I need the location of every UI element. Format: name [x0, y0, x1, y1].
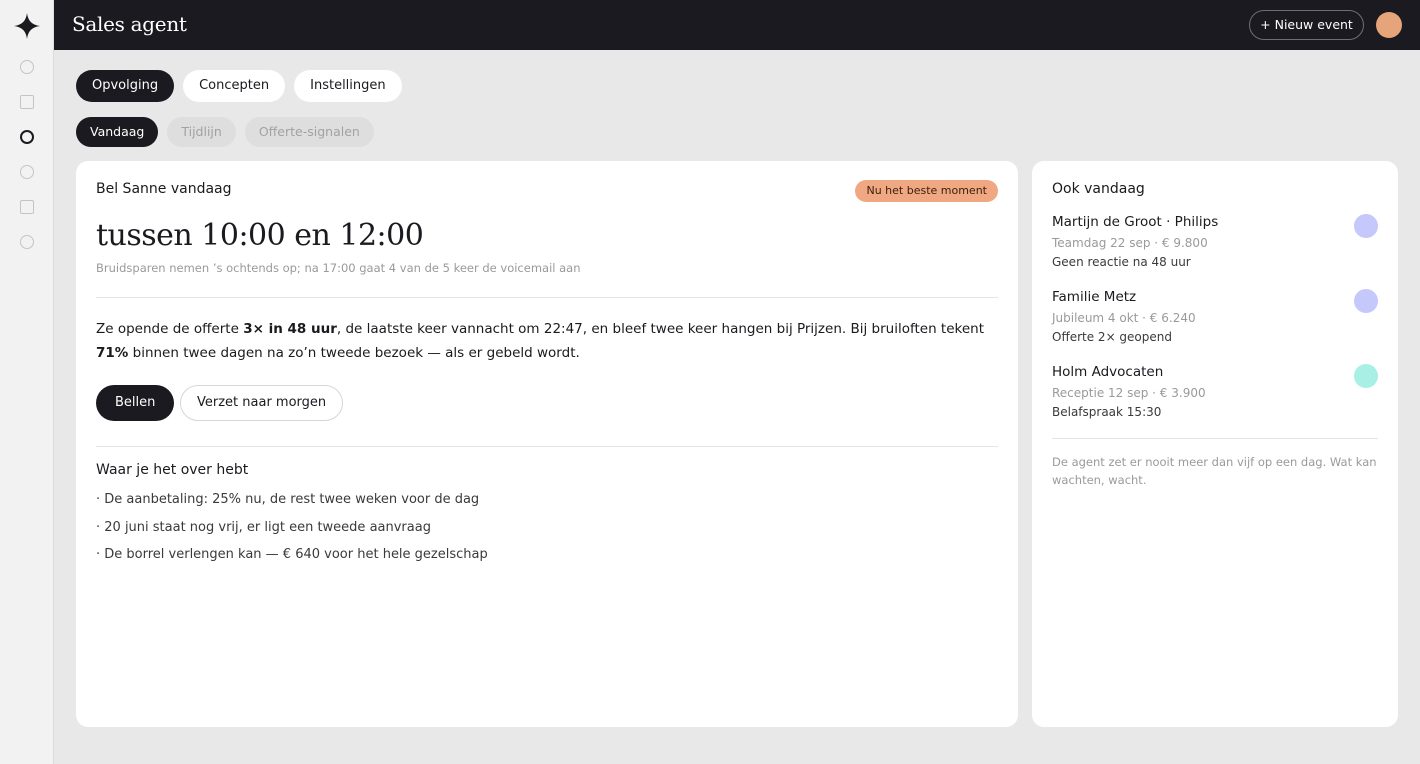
- contact-item[interactable]: Familie Metz Jubileum 4 okt · € 6.240 Offe…: [1052, 289, 1378, 349]
- contact-meta: Teamdag 22 sep · € 9.800: [1052, 236, 1208, 250]
- call-context-text: Ze opende de offerte 3× in 48 uur, de la…: [96, 317, 998, 365]
- contact-status: Offerte 2× geopend: [1052, 330, 1172, 344]
- tab-instellingen[interactable]: Instellingen: [294, 70, 402, 102]
- nav-item-2[interactable]: [20, 95, 34, 109]
- new-event-button[interactable]: + Nieuw event: [1249, 10, 1364, 40]
- avatar[interactable]: [1376, 12, 1402, 38]
- contact-color-dot: [1354, 289, 1378, 313]
- subtab-vandaag[interactable]: Vandaag: [76, 117, 159, 147]
- talking-point: · De aanbetaling: 25% nu, de rest twee w…: [96, 492, 480, 507]
- talking-point: · 20 juni staat nog vrij, er ligt een tw…: [96, 519, 431, 535]
- contact-meta: Receptie 12 sep · € 3.900: [1052, 386, 1206, 400]
- contact-meta: Jubileum 4 okt · € 6.240: [1052, 311, 1196, 325]
- also-today-card: Ook vandaag Martijn de Groot · Philips Te…: [1032, 161, 1398, 727]
- contact-status: Belafspraak 15:30: [1052, 405, 1162, 419]
- tab-concepten[interactable]: Concepten: [183, 70, 286, 102]
- body-text-highlight: 71%: [96, 345, 129, 361]
- call-button[interactable]: Bellen: [96, 385, 175, 421]
- sidebar: [0, 0, 54, 764]
- nav-item-4[interactable]: [20, 165, 34, 179]
- body-text-part: Ze opende de offerte: [96, 321, 244, 337]
- call-card-heading: Bel Sanne vandaag: [96, 181, 232, 197]
- talking-points-heading: Waar je het over hebt: [96, 462, 249, 478]
- contact-name: Familie Metz: [1052, 289, 1137, 305]
- body-text-highlight: 3× in 48 uur: [243, 321, 337, 337]
- body-text-part: , de laatste keer vannacht om 22:47, en …: [336, 321, 985, 337]
- talking-points-list: · De aanbetaling: 25% nu, de rest twee w…: [96, 490, 488, 573]
- four-point-star-icon[interactable]: [14, 13, 40, 39]
- call-time-note: Bruidsparen nemen ’s ochtends op; na 17:…: [96, 261, 581, 275]
- body-text-part: binnen twee dagen na zo’n tweede bezoek …: [128, 345, 580, 361]
- talking-point: · De borrel verlengen kan — € 640 voor h…: [96, 547, 488, 562]
- contact-item[interactable]: Holm Advocaten Receptie 12 sep · € 3.900 B…: [1052, 364, 1378, 424]
- main-tabs: Opvolging Concepten Instellingen: [76, 70, 402, 102]
- contact-name: Martijn de Groot · Philips: [1052, 214, 1219, 230]
- tab-opvolging[interactable]: Opvolging: [76, 70, 175, 102]
- contact-status: Geen reactie na 48 uur: [1052, 255, 1191, 269]
- nav-item-3[interactable]: [20, 130, 34, 144]
- app-title: Sales agent: [72, 12, 187, 36]
- contact-color-dot: [1354, 214, 1378, 238]
- divider: [1052, 438, 1378, 439]
- agent-note: De agent zet er nooit meer dan vijf op e…: [1052, 455, 1377, 487]
- contact-name: Holm Advocaten: [1052, 364, 1164, 380]
- subtab-tijdlijn[interactable]: Tijdlijn: [167, 117, 236, 147]
- top-bar: Sales agent + Nieuw event: [54, 0, 1420, 50]
- sub-tabs: Vandaag Tijdlijn Offerte-signalen: [76, 117, 374, 147]
- postpone-button[interactable]: Verzet naar morgen: [180, 385, 344, 421]
- call-time-window: tussen 10:00 en 12:00: [96, 218, 424, 253]
- subtab-offerte-signalen[interactable]: Offerte-signalen: [244, 117, 374, 147]
- divider: [96, 446, 998, 447]
- nav-item-6[interactable]: [20, 235, 34, 249]
- contact-item[interactable]: Martijn de Groot · Philips Teamdag 22 sep…: [1052, 214, 1378, 274]
- call-card: Bel Sanne vandaag Nu het beste moment tu…: [76, 161, 1018, 727]
- divider: [96, 297, 998, 298]
- also-today-heading: Ook vandaag: [1052, 181, 1145, 197]
- status-badge: Nu het beste moment: [855, 180, 998, 202]
- nav-item-5[interactable]: [20, 200, 34, 214]
- contact-color-dot: [1354, 364, 1378, 388]
- nav-item-1[interactable]: [20, 60, 34, 74]
